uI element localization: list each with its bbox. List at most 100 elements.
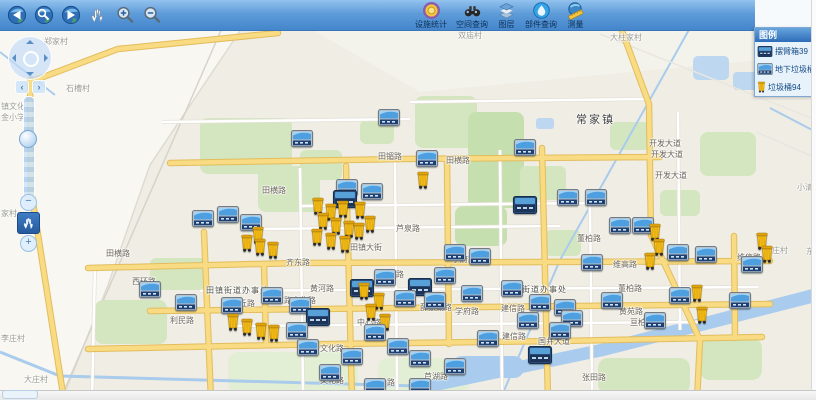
underground-bin-marker[interactable] [695,246,717,263]
underground-bin-marker[interactable] [341,348,363,365]
underground-bin-marker[interactable] [175,294,197,311]
underground-bin-marker[interactable] [729,292,751,309]
pan-west-icon[interactable] [12,54,16,62]
underground-bin-marker[interactable] [557,189,579,206]
toolbar-button-0[interactable]: 设施统计 [412,1,450,30]
toolbar-button-label: 空间查询 [456,19,488,30]
toolbar-button-3[interactable]: 部件查询 [522,1,560,30]
globe-back-button[interactable] [6,4,28,26]
underground-bin-marker[interactable] [286,322,308,339]
trash-bin-marker[interactable] [690,284,704,302]
zoom-out-slider-button[interactable]: − [20,194,37,211]
toolbar-button-label: 设施统计 [415,19,447,30]
underground-bin-marker[interactable] [514,139,536,156]
rotate-right-button[interactable]: › [32,80,46,94]
underground-bin-marker[interactable] [387,338,409,355]
trash-bin-marker[interactable] [226,313,240,331]
underground-bin-marker[interactable] [667,244,689,261]
trash-bin-marker[interactable] [240,234,254,252]
underground-bin-marker[interactable] [585,189,607,206]
trash-bin-marker[interactable] [266,241,280,259]
window-bottom-edge [0,390,816,400]
trash-bin-marker[interactable] [253,238,267,256]
underground-bin-marker[interactable] [409,350,431,367]
underground-bin-marker[interactable] [477,330,499,347]
underground-bin-marker[interactable] [501,280,523,297]
trash-bin-marker[interactable] [338,235,352,253]
underground-bin-marker[interactable] [434,267,456,284]
underground-bin-marker[interactable] [192,210,214,227]
legend-item-label: 垃圾桶94 [768,82,801,93]
zoom-in-slider-button[interactable]: + [20,235,37,252]
underground-bin-marker[interactable] [297,339,319,356]
rotate-buttons: ‹ › [15,80,46,94]
trash-bin-marker[interactable] [364,303,378,321]
trash-bin-marker[interactable] [336,200,350,218]
trash-bin-marker[interactable] [695,306,709,324]
underground-bin-marker[interactable] [424,292,446,309]
pan-north-icon[interactable] [26,40,34,44]
overview-map-toggle[interactable] [2,390,38,399]
underground-bin-marker[interactable] [394,290,416,307]
underground-bin-marker[interactable] [644,312,666,329]
underground-bin-marker[interactable] [139,281,161,298]
trash-bin-marker[interactable] [643,252,657,270]
globe-search-button[interactable] [33,4,55,26]
pan-tool-button[interactable] [17,212,40,234]
underground-bin-marker[interactable] [461,285,483,302]
underground-bin-marker[interactable] [469,248,491,265]
toolbar-button-1[interactable]: 空间查询 [453,1,491,30]
underground-bin-marker[interactable] [364,324,386,341]
trash-bin-marker[interactable] [254,322,268,340]
underground-bin-marker[interactable] [669,287,691,304]
underground-bin-marker[interactable] [444,244,466,261]
globe-forward-button[interactable] [60,4,82,26]
trash-bin-marker[interactable] [267,324,281,342]
binoculars-icon [463,1,482,20]
underground-bin-marker[interactable] [416,150,438,167]
pan-east-icon[interactable] [44,54,48,62]
legend-item[interactable]: 垃圾桶94 [755,78,814,96]
drop-icon [532,1,551,20]
trash-bin-marker[interactable] [310,228,324,246]
trash-bin-marker[interactable] [324,232,338,250]
underground-bin-icon [757,63,773,75]
zoom-out-button[interactable] [141,4,163,26]
underground-bin-marker[interactable] [549,322,571,339]
legend-item[interactable]: 摆臂箱39 [755,42,814,60]
underground-bin-marker[interactable] [217,206,239,223]
underground-bin-marker[interactable] [581,254,603,271]
pan-center-icon[interactable] [23,51,39,67]
underground-bin-marker[interactable] [529,294,551,311]
toolbar-button-4[interactable]: 测量 [563,1,588,30]
rotate-left-button[interactable]: ‹ [15,80,29,94]
underground-bin-marker[interactable] [741,256,763,273]
arm-box-marker[interactable] [513,196,537,214]
pan-hand-button[interactable] [87,4,109,26]
zoom-slider-handle[interactable] [19,130,37,148]
underground-bin-marker[interactable] [361,183,383,200]
zoom-in-button[interactable] [114,4,136,26]
globe-search-icon [34,5,54,25]
underground-bin-marker[interactable] [291,130,313,147]
legend-item[interactable]: 地下垃圾桶 [755,60,814,78]
toolbar-button-2[interactable]: 图层 [494,1,519,30]
trash-bin-marker[interactable] [240,318,254,336]
underground-bin-marker[interactable] [261,287,283,304]
trash-bin-marker[interactable] [357,282,371,300]
pan-south-icon[interactable] [26,72,34,76]
underground-bin-marker[interactable] [319,364,341,381]
zoom-slider-track[interactable] [23,96,35,210]
underground-bin-marker[interactable] [378,109,400,126]
trash-bin-marker[interactable] [352,222,366,240]
underground-bin-marker[interactable] [221,297,243,314]
underground-bin-marker[interactable] [517,312,539,329]
underground-bin-marker[interactable] [609,217,631,234]
arm-box-marker[interactable] [528,346,552,364]
underground-bin-marker[interactable] [444,358,466,375]
underground-bin-marker[interactable] [374,269,396,286]
trash-bin-marker[interactable] [416,171,430,189]
arm-box-marker[interactable] [306,308,330,326]
underground-bin-marker[interactable] [601,292,623,309]
pan-control[interactable] [8,36,52,80]
